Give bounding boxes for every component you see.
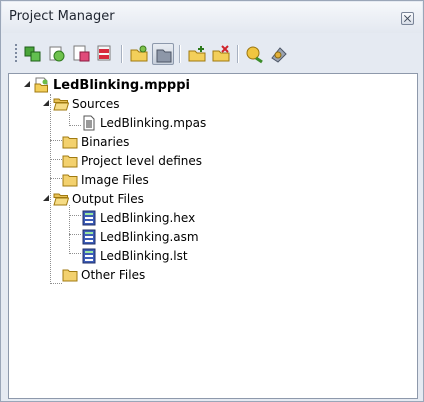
remove-file-button[interactable]: [210, 43, 232, 65]
tree-connector: [50, 159, 62, 160]
tree-connector: [69, 253, 81, 254]
tree-connector: [69, 125, 81, 126]
add-file-icon: [188, 46, 206, 62]
panel-title: Project Manager: [9, 9, 115, 24]
folder-icon: [62, 136, 78, 149]
tree-item-file-asm[interactable]: LedBlinking.asm: [81, 228, 199, 246]
tree-item-other-files[interactable]: Other Files: [62, 266, 145, 284]
tree-connector: [50, 94, 51, 284]
title-bar: Project Manager: [2, 2, 422, 33]
folder-label: Project level defines: [81, 154, 203, 168]
toolbar: [13, 39, 413, 69]
close-project-icon: [156, 49, 172, 63]
build-button[interactable]: [46, 43, 68, 65]
tree-item-output-files[interactable]: Output Files: [53, 190, 144, 208]
binary-file-icon: [82, 210, 96, 226]
tree-item-file-lst[interactable]: LedBlinking.lst: [81, 247, 188, 265]
edit-icon: [246, 46, 263, 64]
file-label: LedBlinking.hex: [100, 211, 196, 225]
folder-icon: [62, 174, 78, 187]
folder-label: Sources: [72, 97, 120, 111]
toolbar-separator: [179, 45, 181, 63]
toolbar-separator: [237, 45, 239, 63]
project-file-icon: [34, 77, 48, 93]
project-manager-panel: Project Manager LedBlinking.mpppi Source…: [0, 0, 424, 402]
folder-icon: [62, 155, 78, 168]
file-label: LedBlinking.lst: [100, 249, 188, 263]
new-project-button[interactable]: [128, 43, 150, 65]
tree-item-image-files[interactable]: Image Files: [62, 171, 149, 189]
folder-label: Binaries: [81, 135, 130, 149]
programmer-button[interactable]: [268, 43, 290, 65]
edit-button[interactable]: [244, 43, 266, 65]
programmer-icon: [271, 47, 287, 63]
close-project-button[interactable]: [152, 43, 174, 65]
file-label: LedBlinking.mpas: [100, 116, 207, 130]
expand-arrow-project[interactable]: [24, 79, 33, 88]
build-icon: [49, 46, 65, 62]
tree-item-sources[interactable]: Sources: [53, 95, 119, 113]
document-icon: [83, 115, 95, 131]
tree-item-file-mpas[interactable]: LedBlinking.mpas: [81, 114, 206, 132]
build-all-icon: [24, 46, 41, 62]
build-all-button[interactable]: [22, 43, 44, 65]
folder-icon: [62, 269, 78, 282]
tree-item-project[interactable]: LedBlinking.mpppi: [34, 76, 190, 94]
project-name: LedBlinking.mpppi: [53, 77, 191, 93]
tree-connector: [50, 283, 62, 284]
close-panel-button[interactable]: [401, 12, 414, 25]
binary-file-icon: [82, 248, 96, 264]
tree-connector: [69, 205, 70, 254]
tree-connector: [50, 178, 62, 179]
tree-item-project-defines[interactable]: Project level defines: [62, 152, 202, 170]
file-label: LedBlinking.asm: [100, 230, 199, 244]
toolbar-separator: [121, 45, 123, 63]
expand-arrow-sources[interactable]: [43, 98, 52, 107]
toolbar-grip[interactable]: [15, 44, 17, 64]
folder-label: Output Files: [72, 192, 144, 206]
tree-connector: [69, 215, 81, 216]
tree-connector: [50, 140, 62, 141]
binary-file-icon: [82, 229, 96, 245]
tree-item-file-hex[interactable]: LedBlinking.hex: [81, 209, 195, 227]
add-module-button[interactable]: [70, 43, 92, 65]
expand-arrow-output[interactable]: [43, 193, 52, 202]
tree-item-binaries[interactable]: Binaries: [62, 133, 129, 151]
remove-module-button[interactable]: [94, 43, 116, 65]
add-module-icon: [73, 45, 90, 62]
folder-open-icon: [53, 193, 69, 206]
remove-file-icon: [212, 45, 230, 62]
folder-open-icon: [53, 98, 69, 111]
project-tree: LedBlinking.mpppi Sources LedBlinking.mp…: [8, 73, 418, 399]
folder-label: Image Files: [81, 173, 149, 187]
folder-label: Other Files: [81, 268, 146, 282]
add-file-button[interactable]: [186, 43, 208, 65]
tree-connector: [69, 234, 81, 235]
new-project-icon: [130, 45, 148, 62]
remove-module-icon: [97, 45, 111, 61]
